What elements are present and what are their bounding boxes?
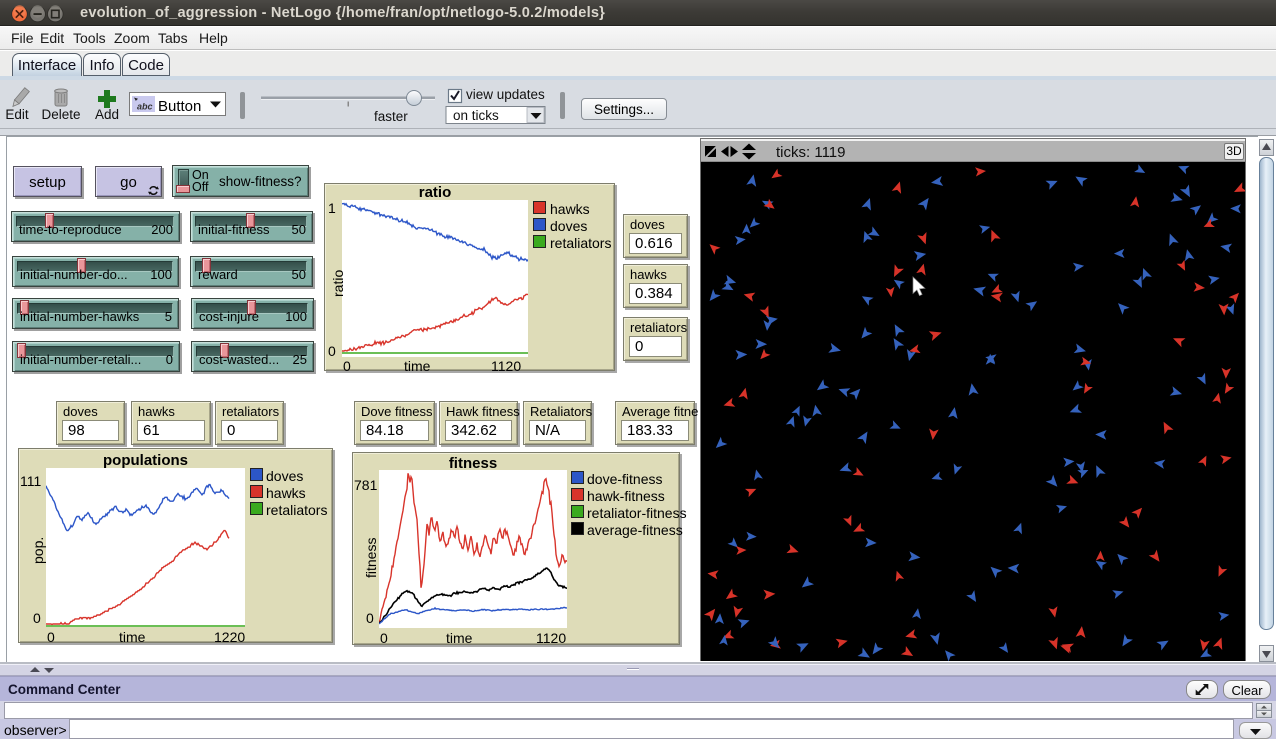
- svg-text:Button: Button: [158, 98, 201, 115]
- svg-text:abc: abc: [137, 102, 153, 112]
